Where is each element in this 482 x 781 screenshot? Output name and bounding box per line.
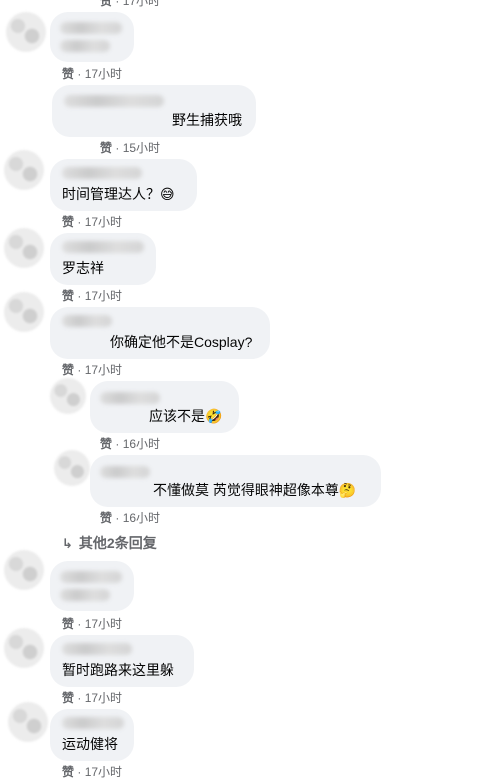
- author-name[interactable]: [62, 315, 112, 327]
- comment-meta-top: 赞 · 17小时: [100, 0, 160, 9]
- like-link[interactable]: 赞: [62, 215, 74, 229]
- avatar[interactable]: [4, 150, 44, 190]
- comment-text: 运动健将: [62, 736, 118, 752]
- avatar[interactable]: [4, 550, 44, 590]
- comment-bubble: [50, 561, 134, 611]
- author-name[interactable]: [100, 466, 150, 478]
- thinking-emoji-icon: 🤔: [338, 482, 357, 498]
- author-name[interactable]: [62, 241, 144, 253]
- like-link[interactable]: 赞: [100, 0, 112, 8]
- avatar[interactable]: [4, 292, 44, 332]
- like-link[interactable]: 赞: [62, 67, 74, 81]
- author-name[interactable]: [62, 167, 142, 179]
- avatar[interactable]: [4, 628, 44, 668]
- comment-meta: 赞 · 17小时: [62, 691, 123, 705]
- author-name[interactable]: [100, 392, 160, 404]
- comment-bubble: [50, 12, 134, 62]
- like-link[interactable]: 赞: [62, 617, 74, 631]
- avatar[interactable]: [54, 450, 90, 486]
- comment-text: 你确定他不是Cosplay?: [110, 334, 253, 350]
- comment-meta: 赞 · 17小时: [62, 289, 123, 303]
- comment-text: 暂时跑路来这里躲: [62, 662, 174, 678]
- avatar[interactable]: [6, 12, 46, 52]
- like-link[interactable]: 赞: [62, 289, 74, 303]
- like-link[interactable]: 赞: [100, 437, 112, 451]
- comment-text: 罗志祥: [62, 260, 104, 276]
- author-name[interactable]: [62, 643, 132, 655]
- comment-text: 野生捕获哦: [172, 112, 242, 128]
- like-link[interactable]: 赞: [100, 141, 112, 155]
- more-replies-link[interactable]: ↳ 其他2条回复: [62, 533, 157, 553]
- grinning-sweat-emoji-icon: 😅: [160, 186, 175, 202]
- like-link[interactable]: 赞: [62, 691, 74, 705]
- avatar[interactable]: [50, 378, 86, 414]
- author-name[interactable]: [60, 571, 122, 583]
- reply-arrow-icon: ↳: [62, 536, 73, 551]
- like-link[interactable]: 赞: [62, 765, 74, 779]
- author-name-line: [60, 589, 110, 601]
- like-link[interactable]: 赞: [62, 363, 74, 377]
- comment-text: 不懂做莫 芮觉得眼神超像本尊🤔: [153, 482, 357, 498]
- comment-meta: 赞 · 17小时: [62, 363, 123, 377]
- author-name[interactable]: [62, 717, 124, 729]
- comment-meta: 赞 · 17小时: [62, 215, 123, 229]
- comment-text: 时间管理达人？😅: [62, 186, 175, 202]
- comment-meta: 赞 · 15小时: [100, 141, 161, 155]
- comment-meta: 赞 · 17小时: [62, 617, 123, 631]
- comment-meta: 赞 · 16小时: [100, 437, 161, 451]
- comment-meta: 赞 · 16小时: [100, 511, 161, 525]
- comment-meta: 赞 · 17小时: [62, 765, 123, 779]
- author-name[interactable]: [64, 95, 164, 107]
- avatar[interactable]: [8, 702, 48, 742]
- comment-text: 应该不是🤣: [149, 408, 223, 424]
- avatar[interactable]: [4, 228, 44, 268]
- author-name[interactable]: [60, 22, 122, 34]
- comment-meta: 赞 · 17小时: [62, 67, 123, 81]
- like-link[interactable]: 赞: [100, 511, 112, 525]
- author-name-line: [60, 40, 110, 52]
- rofl-emoji-icon: 🤣: [205, 408, 223, 424]
